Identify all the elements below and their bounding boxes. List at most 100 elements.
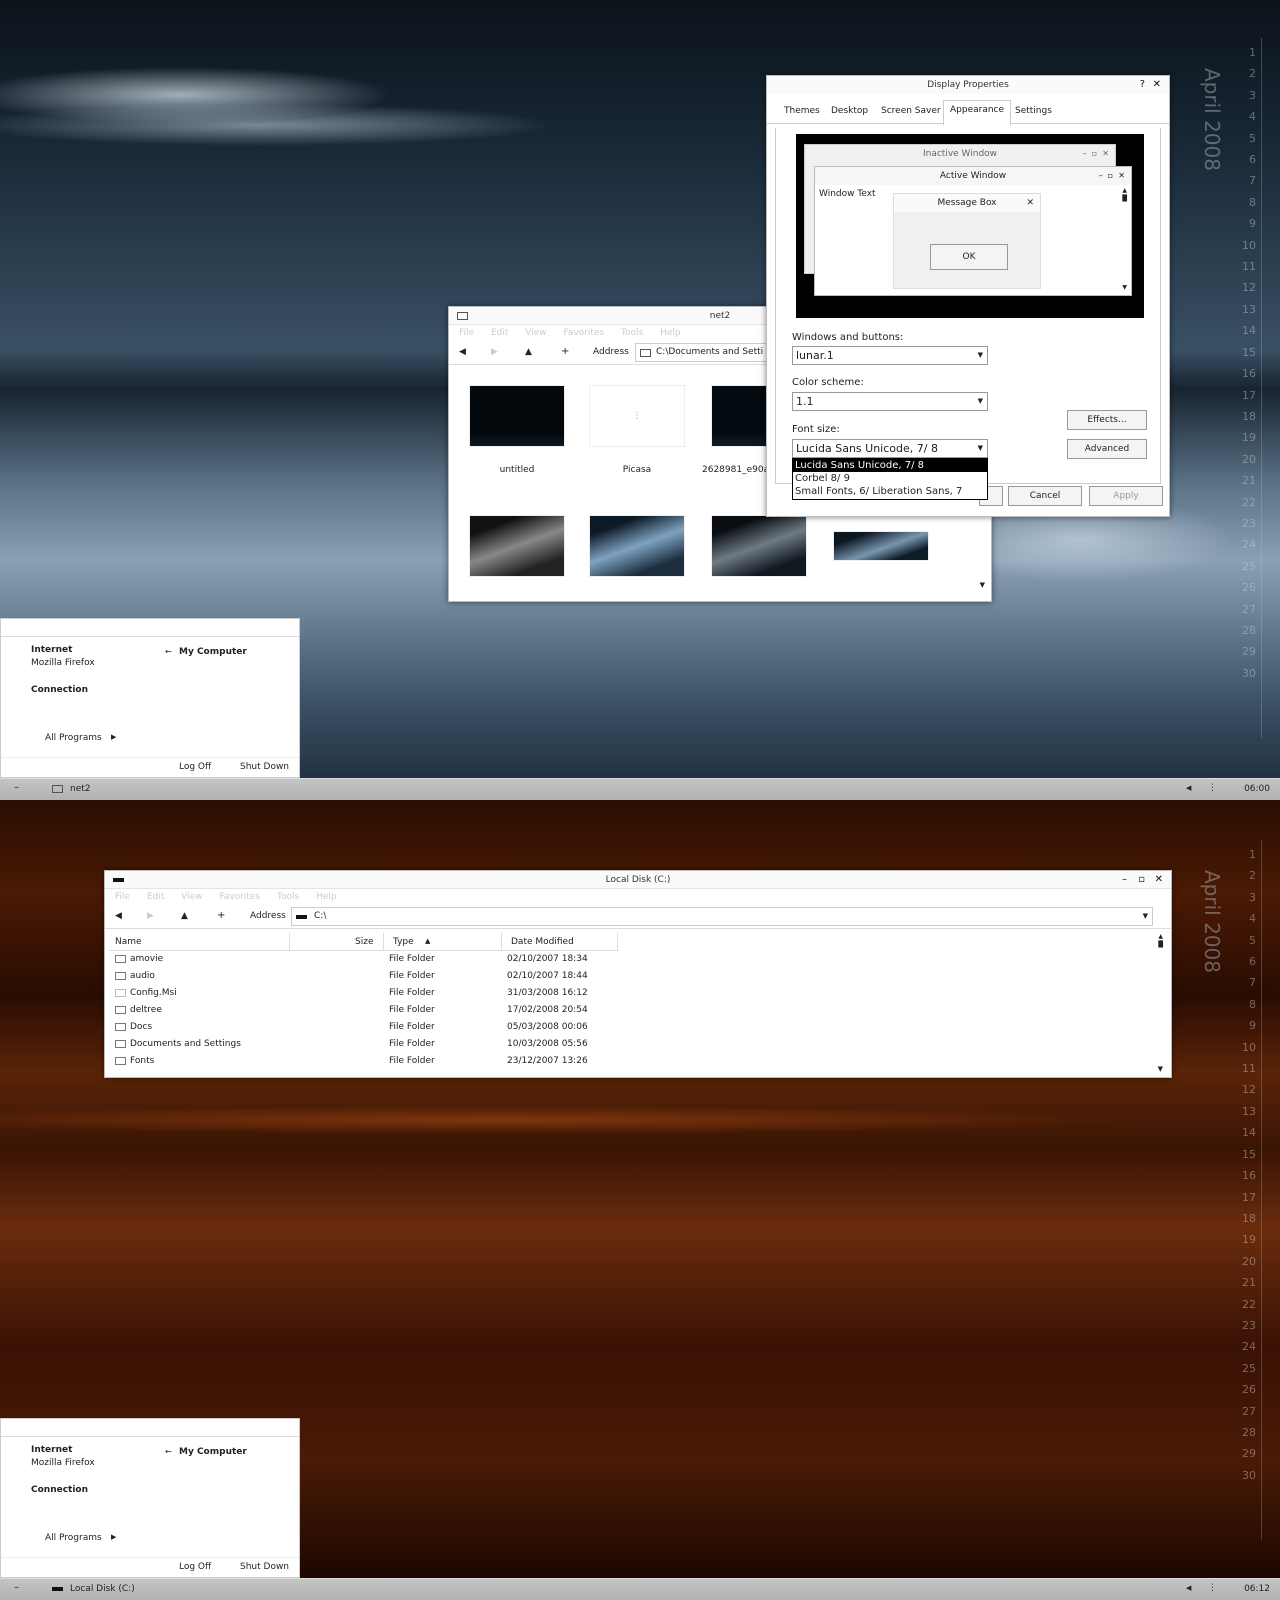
start-my-computer[interactable]: My Computer [179,1447,247,1457]
menu-edit[interactable]: Edit [147,892,164,902]
menu-tools[interactable]: Tools [621,328,643,338]
bottom-desktop: April 2008 1 2 3 4 5 6 7 8 9 10 11 12 13 14 15 16 17 18 19… [0,800,1280,1578]
menu-help[interactable]: Help [316,892,337,902]
help-button[interactable]: ? [1140,76,1145,94]
color-scheme-select[interactable]: 1.1 ▼ [792,392,988,411]
font-size-select[interactable]: Lucida Sans Unicode, 7/ 8 ▼ [792,439,988,458]
thumb-picasa[interactable]: ⋮ [589,385,685,447]
table-row[interactable]: Documents and Settings File Folder 10/03/2… [115,1036,635,1053]
thumb-image[interactable] [711,515,807,577]
up-icon[interactable]: ▲ [525,347,532,357]
start-firefox[interactable]: Mozilla Firefox [31,658,95,668]
top-desktop: April 2008 1 2 3 4 5 6 7 8 9 10 11 12 13 14 15 16 17 18 19… [0,0,1280,778]
start-button[interactable]: – [14,782,19,793]
thumb-image[interactable] [469,515,565,577]
thumb-image[interactable] [589,515,685,577]
tray-arrow-icon[interactable]: ◀ [1186,784,1191,792]
menu-file[interactable]: File [115,892,130,902]
forward-icon[interactable]: ▶ [147,911,154,921]
appearance-preview: Inactive Window – ▫ ✕ Active Window – ▫ … [796,134,1144,318]
calendar-day: 15 [1242,345,1256,359]
column-date[interactable]: Date Modified [511,937,574,947]
tab-desktop[interactable]: Desktop [831,106,868,116]
thumb-untitled[interactable] [469,385,565,447]
close-icon[interactable]: ✕ [1153,76,1161,94]
back-icon[interactable]: ◀ [115,911,122,921]
table-row[interactable]: Docs File Folder 05/03/2008 00:06 [115,1019,635,1036]
shut-down-button[interactable]: Shut Down [240,762,289,772]
minimize-icon[interactable]: – [1122,871,1127,889]
scroll-down-icon[interactable]: ▼ [1158,1065,1163,1073]
tab-appearance[interactable]: Appearance [943,100,1012,126]
start-connection[interactable]: Connection [31,685,88,695]
start-internet[interactable]: Internet [31,645,72,655]
menu-edit[interactable]: Edit [491,328,508,338]
log-off-button[interactable]: Log Off [179,1562,211,1572]
new-folder-icon[interactable]: + [561,346,569,357]
windows-buttons-select[interactable]: lunar.1 ▼ [792,346,988,365]
table-row[interactable]: amovie File Folder 02/10/2007 18:34 [115,951,635,968]
start-connection[interactable]: Connection [31,1485,88,1495]
tray-arrow-icon[interactable]: ◀ [1186,1584,1191,1592]
up-icon[interactable]: ▲ [181,911,188,921]
forward-icon[interactable]: ▶ [491,347,498,357]
table-row[interactable]: Fonts File Folder 23/12/2007 13:26 [115,1053,635,1070]
tab-themes[interactable]: Themes [784,106,820,116]
local-disk-titlebar[interactable]: Local Disk (C:) – ▫ ✕ [105,871,1171,889]
tab-screen-saver[interactable]: Screen Saver [881,106,941,116]
start-my-computer[interactable]: My Computer [179,647,247,657]
thumb-image[interactable] [833,531,929,561]
chevron-down-icon[interactable]: ▼ [1143,908,1148,925]
taskbar: – Local Disk (C:) ◀ ⋮ 06:12 [0,1578,1280,1600]
table-row[interactable]: Config.Msi File Folder 31/03/2008 16:12 [115,985,635,1002]
start-button[interactable]: – [14,1582,19,1593]
menu-favorites[interactable]: Favorites [219,892,260,902]
column-size[interactable]: Size [355,937,373,947]
start-all-programs[interactable]: All Programs [45,1533,102,1543]
display-titlebar[interactable]: Display Properties ? ✕ [767,76,1169,94]
column-type[interactable]: Type [393,937,414,947]
log-off-button[interactable]: Log Off [179,762,211,772]
menu-favorites[interactable]: Favorites [563,328,604,338]
address-field[interactable]: C:\ ▼ [291,907,1153,926]
taskbar-item[interactable]: net2 [70,784,91,794]
taskbar-folder-icon [52,785,63,793]
row-type: File Folder [389,954,435,964]
preview-controls: – ▫ ✕ [1098,171,1125,180]
start-all-programs[interactable]: All Programs [45,733,102,743]
local-toolbar: ◀ ▶ ▲ + Address C:\ ▼ [105,905,1171,929]
close-icon[interactable]: ✕ [1155,871,1163,889]
scrollbar[interactable]: ▲ █ [1158,933,1163,949]
preview-controls: – ▫ ✕ [1082,149,1109,158]
new-folder-icon[interactable]: + [217,910,225,921]
menu-tools[interactable]: Tools [277,892,299,902]
advanced-button[interactable]: Advanced [1067,439,1147,459]
menu-view[interactable]: View [525,328,546,338]
table-row[interactable]: deltree File Folder 17/02/2008 20:54 [115,1002,635,1019]
thumb-label: Picasa [622,465,652,475]
preview-active-titlebar: Active Window – ▫ ✕ [815,167,1131,185]
shut-down-button[interactable]: Shut Down [240,1562,289,1572]
maximize-icon[interactable]: ▫ [1138,871,1145,889]
start-firefox[interactable]: Mozilla Firefox [31,1458,95,1468]
thumb-image[interactable] [711,385,771,447]
effects-button[interactable]: Effects... [1067,410,1147,430]
column-name[interactable]: Name [115,937,142,947]
taskbar-item[interactable]: Local Disk (C:) [70,1584,135,1594]
scroll-down-icon[interactable]: ▼ [980,581,985,589]
menu-file[interactable]: File [459,328,474,338]
menu-help[interactable]: Help [660,328,681,338]
font-option[interactable]: Corbel 8/ 9 [793,472,987,485]
cancel-button[interactable]: Cancel [1008,486,1082,506]
calendar-day: 22 [1242,1297,1256,1311]
start-internet[interactable]: Internet [31,1445,72,1455]
back-icon[interactable]: ◀ [459,347,466,357]
font-option[interactable]: Small Fonts, 6/ Liberation Sans, 7 [793,485,987,498]
font-option[interactable]: Lucida Sans Unicode, 7/ 8 [793,459,987,472]
table-row[interactable]: audio File Folder 02/10/2007 18:44 [115,968,635,985]
menu-view[interactable]: View [181,892,202,902]
apply-button[interactable]: Apply [1089,486,1163,506]
folder-icon [115,1005,126,1014]
tab-settings[interactable]: Settings [1015,106,1052,116]
start-footer: Log Off Shut Down [1,1557,299,1577]
